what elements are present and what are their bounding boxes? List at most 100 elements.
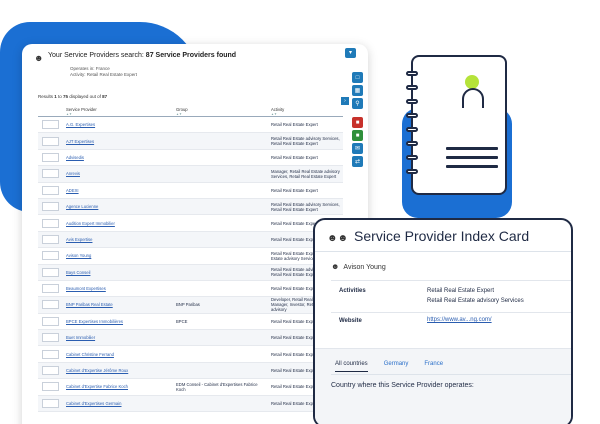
pdf-export-icon[interactable]: ■	[352, 117, 363, 128]
share-icon[interactable]: ⇄	[352, 156, 363, 167]
table-row[interactable]: Audition Expert Immobilier Retail Real Es…	[38, 214, 343, 232]
provider-logo	[42, 202, 59, 212]
provider-group-cell	[172, 116, 267, 134]
expand-icon[interactable]: ▾	[345, 48, 356, 58]
tab-germany[interactable]: Germany	[384, 361, 409, 372]
table-row[interactable]: Buet Immobilier Retail Real Estate Expert	[38, 329, 343, 347]
provider-link[interactable]: ADEXI	[66, 188, 79, 193]
provider-link[interactable]: Avison Young	[66, 253, 91, 258]
binder-ring	[406, 71, 418, 76]
providers-table: Service Provider ▲▼ Group ▲▼ Activity ▲▼ A.…	[38, 107, 343, 413]
provider-link[interactable]: BNP Paribas Real Estate	[66, 302, 113, 307]
provider-name-cell: Audition Expert Immobilier	[62, 214, 172, 232]
provider-group-cell	[172, 214, 267, 232]
provider-link[interactable]: Cabinet d'Expertise Jérôme Roux	[66, 368, 128, 373]
table-row[interactable]: BPCE Expertises Immobilières BPCE Retail R…	[38, 313, 343, 331]
provider-link[interactable]: BPCE Expertises Immobilières	[66, 319, 123, 324]
provider-logo-cell	[38, 182, 62, 199]
provider-link[interactable]: Buet Immobilier	[66, 335, 95, 340]
search-filters: Operates in: France Activity: Retail Rea…	[70, 66, 137, 78]
website-label: Website	[339, 318, 362, 324]
table-row[interactable]: BNP Paribas Real Estate BNP Paribas Develo…	[38, 296, 343, 314]
table-row[interactable]: Beaumont Expertises Retail Real Estate Ex…	[38, 280, 343, 298]
provider-name-cell: Cabinet d'Expertises Germain	[62, 395, 172, 413]
provider-name-cell: Cabinet Christine Ferrand	[62, 345, 172, 363]
activities-values: Retail Real Estate Expert Retail Real Es…	[427, 286, 524, 306]
binder-ring	[406, 113, 418, 118]
provider-link[interactable]: Advisedis	[66, 155, 84, 160]
email-icon[interactable]: ✉	[352, 143, 363, 154]
provider-link[interactable]: A.G. Expertises	[66, 122, 95, 127]
provider-logo	[42, 185, 59, 195]
table-row[interactable]: AJT Expertises Retail Real Estate advisor…	[38, 132, 343, 150]
column-header-group[interactable]: Group ▲▼	[172, 107, 267, 117]
table-row[interactable]: ADEXI Retail Real Estate Expert	[38, 182, 343, 199]
provider-logo	[42, 234, 59, 244]
provider-group-cell	[172, 395, 267, 413]
text-line	[446, 156, 498, 159]
provider-logo-cell	[38, 116, 62, 134]
table-row[interactable]: Cabinet d'Expertise Fabrice Koch EDM Cons…	[38, 378, 343, 396]
website-link[interactable]: https://www.av...ng.com/	[427, 315, 492, 325]
text-line	[446, 165, 498, 168]
provider-link[interactable]: Agence Lucienne	[66, 204, 98, 209]
people-icon: ☻	[34, 53, 44, 63]
column-header-activity[interactable]: Activity ▲▼	[267, 107, 343, 117]
provider-name-cell: BNP Paribas Real Estate	[62, 296, 172, 314]
provider-group-cell	[172, 264, 267, 281]
provider-logo-cell	[38, 313, 62, 331]
tab-all-countries[interactable]: All countries	[335, 361, 368, 372]
provider-link[interactable]: Bays Conseil	[66, 270, 90, 275]
country-tabs: All countries Germany France	[335, 361, 459, 372]
table-header-row: Service Provider ▲▼ Group ▲▼ Activity ▲▼	[38, 107, 343, 117]
provider-link[interactable]: Audition Expert Immobilier	[66, 221, 115, 226]
provider-name-cell: Agence Lucienne	[62, 198, 172, 216]
table-row[interactable]: Avison Young Retail Real Estate Expert, R…	[38, 247, 343, 265]
provider-group-cell: EDM Conseil - Cabinet d'Expertises Fabri…	[172, 378, 267, 396]
search-icon[interactable]: ⚲	[352, 98, 363, 109]
table-row[interactable]: Bays Conseil Retail Real Estate advisory …	[38, 264, 343, 281]
provider-activity-cell: Manager, Retail Real Estate advisory Ser…	[267, 165, 343, 183]
provider-logo-cell	[38, 345, 62, 363]
text-line	[446, 147, 498, 150]
provider-index-card: ☻☻ Service Provider Index Card ☻ Avison Yo…	[313, 218, 573, 424]
provider-name-cell: Avis Expertise	[62, 231, 172, 249]
provider-logo-cell	[38, 362, 62, 380]
provider-group-cell	[172, 182, 267, 199]
table-row[interactable]: Avis Expertise Retail Real Estate Expert	[38, 231, 343, 249]
provider-activity-cell: Retail Real Estate advisory Services, Re…	[267, 132, 343, 150]
provider-link[interactable]: AJT Expertises	[66, 139, 94, 144]
user-body-icon	[462, 88, 484, 108]
folder-icon[interactable]: □	[352, 72, 363, 83]
table-row[interactable]: Cabinet d'Expertise Jérôme Roux Retail Re…	[38, 362, 343, 380]
provider-link[interactable]: Anrevis	[66, 171, 80, 176]
provider-link[interactable]: Cabinet Christine Ferrand	[66, 352, 114, 357]
tab-france[interactable]: France	[424, 361, 443, 372]
provider-link[interactable]: Beaumont Expertises	[66, 286, 106, 291]
provider-link[interactable]: Avis Expertise	[66, 237, 92, 242]
table-row[interactable]: Agence Lucienne Retail Real Estate adviso…	[38, 198, 343, 216]
provider-logo-cell	[38, 247, 62, 265]
provider-logo-cell	[38, 264, 62, 281]
provider-group-cell	[172, 132, 267, 150]
provider-link[interactable]: Cabinet d'Expertise Fabrice Koch	[66, 384, 128, 389]
activities-label: Activities	[339, 288, 366, 294]
provider-link[interactable]: Cabinet d'Expertises Germain	[66, 401, 122, 406]
provider-logo-cell	[38, 132, 62, 150]
excel-export-icon[interactable]: ■	[352, 130, 363, 141]
table-row[interactable]: Cabinet Christine Ferrand Retail Real Est…	[38, 345, 343, 363]
table-row[interactable]: Cabinet d'Expertises Germain Retail Real …	[38, 395, 343, 413]
side-toolbar: □ ▦ ⚲ ■ ■ ✉ ⇄	[352, 72, 364, 169]
provider-logo-cell	[38, 231, 62, 249]
table-row[interactable]: Advisedis Retail Real Estate Expert	[38, 149, 343, 167]
binder-ring	[406, 127, 418, 132]
grid-icon[interactable]: ▦	[352, 85, 363, 96]
column-header-provider[interactable]: Service Provider ▲▼	[62, 107, 172, 117]
provider-group-cell	[172, 247, 267, 265]
provider-group-cell: BNP Paribas	[172, 296, 267, 314]
table-row[interactable]: Anrevis Manager, Retail Real Estate advis…	[38, 165, 343, 183]
table-row[interactable]: A.G. Expertises Retail Real Estate Expert	[38, 116, 343, 134]
provider-name-cell: BPCE Expertises Immobilières	[62, 313, 172, 331]
activities-row: Activities Retail Real Estate Expert Ret…	[331, 280, 571, 312]
page-next-icon[interactable]: ›	[341, 97, 349, 105]
